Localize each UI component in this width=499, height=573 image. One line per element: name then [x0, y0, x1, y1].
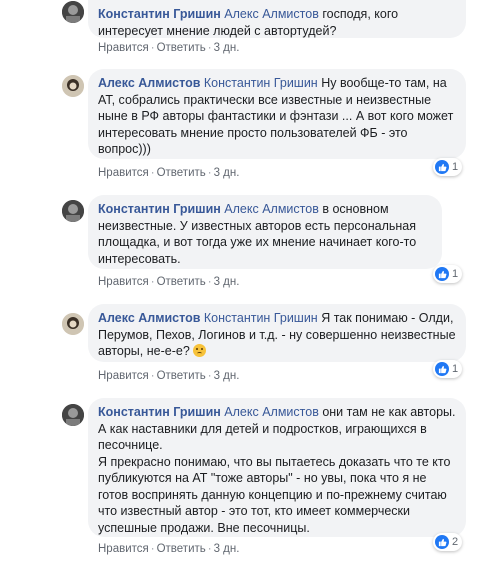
comment-time[interactable]: 3 дн.: [214, 42, 240, 54]
reaction-number: 1: [452, 268, 459, 280]
comment-bubble: Алекс Алмистов Константин Гришин Я так п…: [88, 304, 466, 362]
comment-bubble: Константин Гришин Алекс Алмистов они там…: [88, 398, 466, 537]
comment-bubble: Константин Гришин Алекс Алмистов в основ…: [88, 195, 442, 269]
comment-actions: Нравится · Ответить · 3 дн.: [98, 276, 240, 288]
thumbs-up-icon: [435, 160, 449, 174]
avatar[interactable]: [62, 1, 84, 23]
comment-author[interactable]: Алекс Алмистов: [98, 311, 200, 325]
thumbs-up-icon: [435, 267, 449, 281]
avatar[interactable]: [62, 75, 84, 97]
comment-actions: Нравится · Ответить · 3 дн.: [98, 543, 240, 555]
comment-time[interactable]: 3 дн.: [214, 167, 240, 179]
comment-author[interactable]: Константин Гришин: [98, 7, 221, 21]
thumbs-up-icon: [435, 362, 449, 376]
avatar-icon: [62, 200, 84, 222]
comment-time[interactable]: 3 дн.: [214, 370, 240, 382]
reaction-count[interactable]: 1: [433, 360, 463, 378]
like-link[interactable]: Нравится: [98, 167, 149, 179]
reply-link[interactable]: Ответить: [157, 543, 206, 555]
avatar-icon: [62, 313, 84, 335]
comment-actions: Нравится · Ответить · 3 дн.: [98, 42, 240, 54]
avatar-icon: [62, 75, 84, 97]
reaction-number: 1: [452, 161, 459, 173]
reply-link[interactable]: Ответить: [157, 276, 206, 288]
avatar-icon: [62, 404, 84, 426]
comment-bubble: Алекс Алмистов Константин Гришин Ну вооб…: [88, 69, 466, 159]
comment-actions: Нравится · Ответить · 3 дн.: [98, 370, 240, 382]
avatar[interactable]: [62, 200, 84, 222]
comment-mention[interactable]: Алекс Алмистов: [224, 405, 319, 419]
reaction-number: 2: [452, 536, 459, 548]
comment-author[interactable]: Алекс Алмистов: [98, 76, 200, 90]
reply-link[interactable]: Ответить: [157, 42, 206, 54]
like-link[interactable]: Нравится: [98, 42, 149, 54]
like-link[interactable]: Нравится: [98, 276, 149, 288]
like-link[interactable]: Нравится: [98, 543, 149, 555]
avatar[interactable]: [62, 404, 84, 426]
reaction-count[interactable]: 1: [433, 265, 463, 283]
comment-actions: Нравится · Ответить · 3 дн.: [98, 167, 240, 179]
sad-face-emoji-icon: [193, 344, 207, 357]
reaction-number: 1: [452, 363, 459, 375]
comment-mention[interactable]: Алекс Алмистов: [224, 7, 319, 21]
comment-time[interactable]: 3 дн.: [214, 276, 240, 288]
comment-mention[interactable]: Константин Гришин: [204, 311, 318, 325]
comment-bubble: Константин Гришин Алекс Алмистов господя…: [88, 0, 466, 38]
avatar-icon: [62, 1, 84, 23]
comment-author[interactable]: Константин Гришин: [98, 202, 221, 216]
reply-link[interactable]: Ответить: [157, 370, 206, 382]
avatar[interactable]: [62, 313, 84, 335]
comment-time[interactable]: 3 дн.: [214, 543, 240, 555]
comment-mention[interactable]: Алекс Алмистов: [224, 202, 319, 216]
thumbs-up-icon: [435, 535, 449, 549]
reaction-count[interactable]: 1: [433, 158, 463, 176]
comment-text-continued: Я прекрасно понимаю, что вы пытаетесь до…: [98, 454, 451, 535]
like-link[interactable]: Нравится: [98, 370, 149, 382]
reply-link[interactable]: Ответить: [157, 167, 206, 179]
comment-mention[interactable]: Константин Гришин: [204, 76, 318, 90]
reaction-count[interactable]: 2: [433, 533, 463, 551]
comment-author[interactable]: Константин Гришин: [98, 405, 221, 419]
